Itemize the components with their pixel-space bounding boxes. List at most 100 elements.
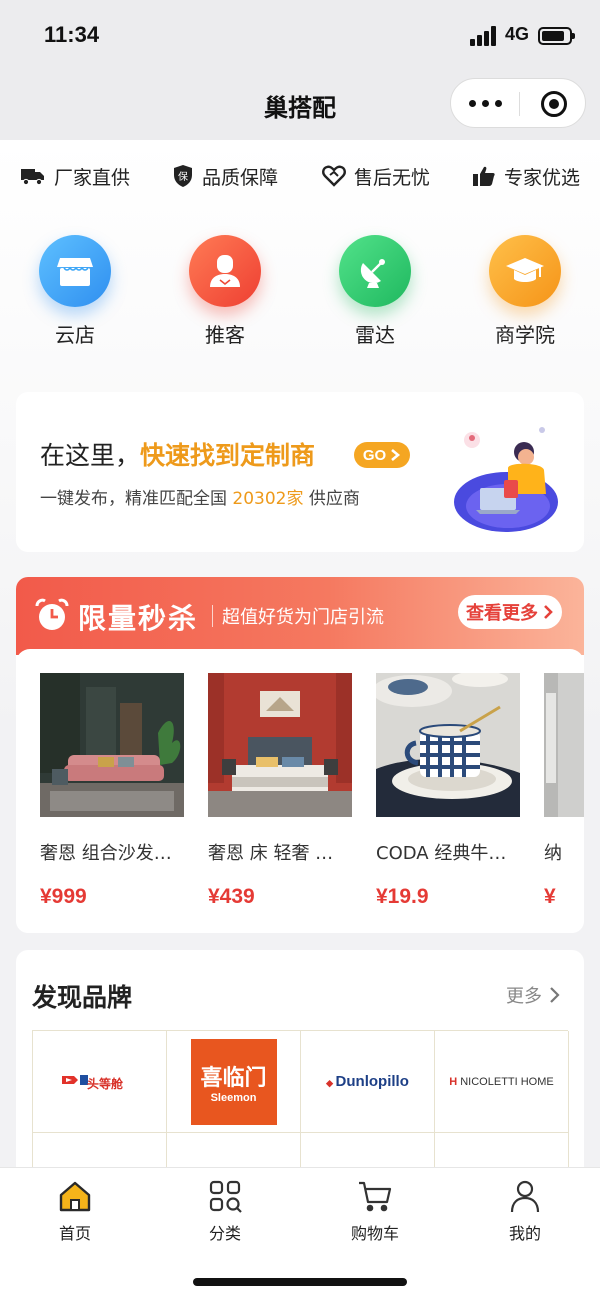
product-name: 奢恩 组合沙发… (40, 843, 172, 864)
brand-tile[interactable] (301, 1133, 435, 1167)
network-type: 4G (505, 24, 530, 44)
person-laptop-illustration (454, 427, 558, 532)
graduation-cap-icon (489, 235, 561, 307)
store-icon (39, 235, 111, 307)
product-image-partial[interactable] (544, 673, 584, 817)
brand-name: NICOLETTI HOME (460, 1075, 554, 1088)
brand-name: 喜临门 (200, 1065, 267, 1091)
mini-program-capsule (450, 78, 586, 128)
product-card[interactable]: CODA 经典牛… ¥19.9 (376, 673, 520, 909)
brand-tile[interactable] (33, 1133, 167, 1167)
brand-tile[interactable] (167, 1133, 301, 1167)
find-customizer-banner[interactable]: 在这里，快速找到定制商 GO 一键发布，精准匹配全国 20302家 供应商 (16, 392, 584, 552)
product-card[interactable]: 奢恩 组合沙发… ¥999 (40, 673, 184, 909)
feature-after-sales: 售后无忧 (322, 162, 430, 190)
banner-sub-prefix: 一键发布，精准匹配全国 (40, 489, 227, 509)
brand-logo-nicoletti: H NICOLETTI HOME (449, 1075, 554, 1088)
feature-expert-pick: 专家优选 (472, 162, 580, 190)
quick-link-label: 商学院 (495, 323, 555, 347)
shield-icon: 保 (174, 165, 192, 187)
go-label: GO (362, 446, 387, 464)
product-image-cup[interactable] (376, 673, 520, 817)
product-image-bed[interactable] (208, 673, 352, 817)
target-icon[interactable] (541, 91, 567, 117)
tab-label: 首页 (58, 1224, 91, 1243)
flash-sale-subtitle: 超值好货为门店引流 (222, 607, 384, 628)
brand-logo-dunlopillo: ◆ Dunlopillo (326, 1073, 409, 1090)
feature-quality: 保 品质保障 (172, 162, 278, 190)
status-time: 11:34 (44, 22, 100, 47)
go-button[interactable]: GO (354, 442, 410, 468)
feature-factory-direct: 厂家直供 (20, 162, 130, 190)
home-indicator (193, 1278, 407, 1286)
tab-profile[interactable]: 我的 (470, 1178, 580, 1244)
tab-cart[interactable]: 购物车 (320, 1178, 430, 1244)
brand-logo-sleemon: 喜临门 Sleemon (190, 1038, 277, 1125)
tab-label: 分类 (208, 1224, 241, 1243)
brand-name: 头等舱 (87, 1077, 124, 1091)
tab-category[interactable]: 分类 (170, 1178, 280, 1244)
brand-name: Dunlopillo (335, 1073, 409, 1090)
capsule-divider (519, 92, 520, 116)
feature-strip: 厂家直供 保 品质保障 售后无忧 专家优选 (0, 140, 600, 210)
alarm-clock-icon (35, 598, 69, 630)
flash-sale-section: 限量秒杀 超值好货为门店引流 查看更多 奢恩 组合沙发… ¥999 奢恩 床 轻… (16, 577, 584, 933)
brand-name-en: Sleemon (210, 1091, 257, 1104)
flash-sale-divider (212, 605, 213, 627)
product-price: ¥ (544, 885, 556, 908)
tab-label: 我的 (508, 1224, 541, 1243)
brand-tile[interactable]: H NICOLETTI HOME (435, 1031, 569, 1133)
quick-link-label: 云店 (55, 323, 95, 347)
banner-title-prefix: 在这里， (40, 441, 141, 470)
main-content[interactable]: 厂家直供 保 品质保障 售后无忧 专家优选 云店 推客 雷达 商学院 在这里，快… (0, 140, 600, 1167)
brand-tile[interactable]: ◆ Dunlopillo (301, 1031, 435, 1133)
status-bar: 11:34 4G (0, 0, 600, 72)
banner-sub-suffix: 供应商 (308, 489, 360, 509)
quick-link-promoter[interactable]: 推客 (170, 235, 280, 348)
chevron-right-icon (391, 449, 401, 461)
product-price: ¥999 (40, 885, 87, 908)
product-price: ¥439 (208, 885, 255, 908)
tab-label: 购物车 (350, 1224, 399, 1243)
supplier-count: 20302家 (232, 489, 304, 509)
user-icon (507, 1178, 543, 1214)
signal-icon (470, 26, 498, 46)
feature-label: 品质保障 (202, 166, 279, 189)
chevron-right-icon (550, 987, 560, 1003)
product-name: 奢恩 床 轻奢 … (208, 843, 334, 864)
quick-links: 云店 推客 雷达 商学院 (0, 235, 600, 355)
flash-sale-header: 限量秒杀 超值好货为门店引流 查看更多 (16, 577, 584, 655)
product-card[interactable]: 奢恩 床 轻奢 … ¥439 (208, 673, 352, 909)
quick-link-radar[interactable]: 雷达 (320, 235, 430, 348)
view-more-button[interactable]: 查看更多 (458, 595, 562, 629)
svg-text:保: 保 (178, 170, 188, 183)
product-price: ¥19.9 (376, 885, 429, 908)
truck-icon (21, 169, 44, 186)
battery-icon (538, 27, 575, 45)
product-name: 纳 (544, 843, 562, 864)
banner-title: 在这里，快速找到定制商 (40, 436, 315, 472)
person-icon (189, 235, 261, 307)
flash-sale-products[interactable]: 奢恩 组合沙发… ¥999 奢恩 床 轻奢 … ¥439 CODA 经典牛… ¥… (16, 649, 584, 933)
quick-link-cloud-store[interactable]: 云店 (20, 235, 130, 348)
feature-label: 厂家直供 (54, 166, 131, 189)
cart-icon (357, 1178, 393, 1214)
brand-tile[interactable]: 喜临门 Sleemon (167, 1031, 301, 1133)
feature-label: 专家优选 (504, 166, 581, 189)
view-more-label: 查看更多 (466, 603, 538, 624)
flash-sale-title: 限量秒杀 (78, 602, 199, 635)
brands-more-link[interactable]: 更多 (506, 982, 562, 1008)
radar-dish-icon (339, 235, 411, 307)
product-card[interactable]: 纳 ¥ (544, 673, 584, 909)
product-name: CODA 经典牛… (376, 843, 507, 864)
brand-tile[interactable] (435, 1133, 569, 1167)
banner-subtitle: 一键发布，精准匹配全国 20302家 供应商 (40, 484, 360, 509)
quick-link-label: 推客 (205, 323, 245, 347)
more-dots-icon[interactable] (469, 96, 505, 110)
brand-grid: 头等舱 喜临门 Sleemon ◆ Dunlopillo H NICOLETTI… (32, 1030, 569, 1167)
product-image-sofa[interactable] (40, 673, 184, 817)
brand-tile[interactable]: 头等舱 (33, 1031, 167, 1133)
tab-home[interactable]: 首页 (20, 1178, 130, 1244)
nav-bar: 巢搭配 (0, 72, 600, 140)
quick-link-academy[interactable]: 商学院 (470, 235, 580, 348)
